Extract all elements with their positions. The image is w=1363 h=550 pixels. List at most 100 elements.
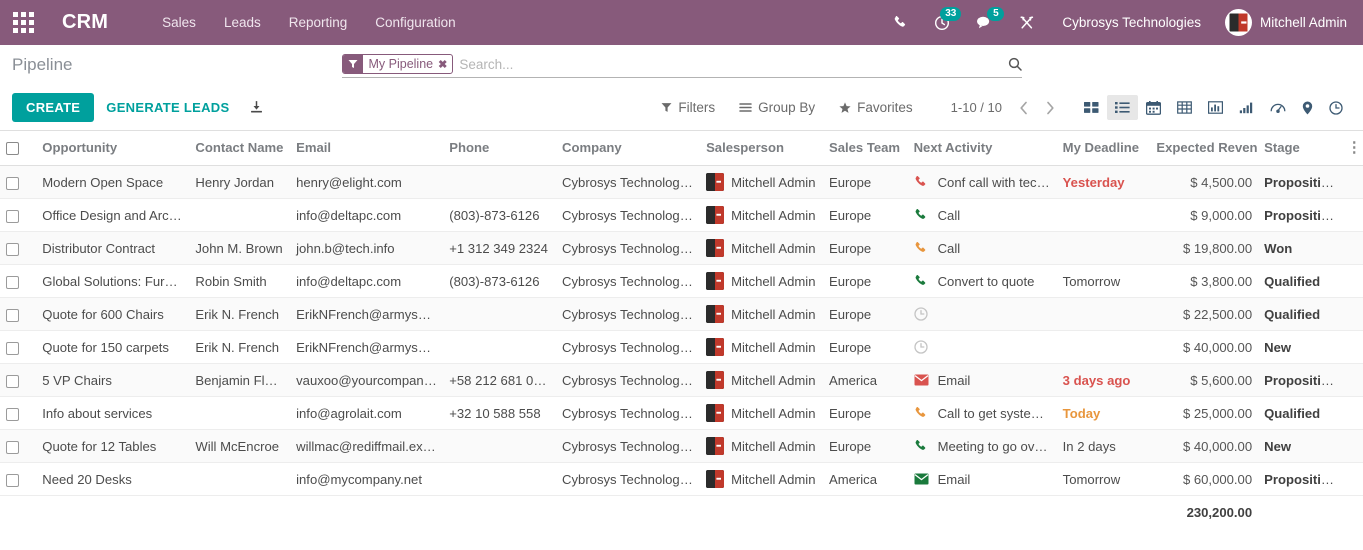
wrench-icon[interactable] [1006, 0, 1048, 45]
row-select-cell[interactable] [0, 330, 37, 365]
header-stage[interactable]: Stage [1258, 131, 1341, 167]
cell-next-activity[interactable]: Conf call with tech… [907, 165, 1057, 200]
cell-next-activity[interactable]: Call [907, 231, 1057, 266]
table-row[interactable]: Info about services info@agrolait.com +32 … [0, 396, 1363, 431]
cell-next-activity[interactable] [907, 330, 1057, 365]
row-checkbox[interactable] [6, 275, 19, 289]
cell-opportunity[interactable]: Quote for 600 Chairs [36, 297, 190, 332]
cell-next-activity[interactable]: Call [907, 198, 1057, 233]
cell-opportunity[interactable]: Need 20 Desks [36, 462, 190, 497]
table-row[interactable]: Quote for 150 carpets Erik N. French ErikN… [0, 330, 1363, 365]
header-phone[interactable]: Phone [443, 131, 557, 167]
table-row[interactable]: Quote for 600 Chairs Erik N. French ErikNF… [0, 297, 1363, 332]
row-checkbox[interactable] [6, 209, 19, 223]
row-checkbox[interactable] [6, 407, 19, 421]
activities-clock-icon[interactable]: 33 [921, 0, 963, 45]
table-row[interactable]: Need 20 Desks info@mycompany.net Cybrosys … [0, 462, 1363, 497]
cell-next-activity[interactable] [907, 297, 1057, 332]
row-select-cell[interactable] [0, 297, 37, 332]
cell-opportunity[interactable]: Quote for 150 carpets [36, 330, 190, 365]
pager-previous-button[interactable] [1012, 99, 1036, 117]
view-dashboard-button[interactable] [1262, 95, 1294, 120]
menu-item-reporting[interactable]: Reporting [275, 2, 362, 43]
cell-next-activity[interactable]: Call to get system … [907, 396, 1057, 431]
apps-menu-button[interactable] [0, 0, 46, 45]
cell-company: Cybrosys Technologies [556, 363, 701, 398]
cell-opportunity[interactable]: Modern Open Space [36, 165, 190, 200]
row-checkbox[interactable] [6, 341, 19, 355]
favorites-dropdown[interactable]: Favorites [827, 94, 925, 121]
view-chart-button[interactable] [1231, 95, 1262, 120]
table-row[interactable]: Quote for 12 Tables Will McEncroe willmac@… [0, 429, 1363, 464]
cell-opportunity[interactable]: Info about services [36, 396, 190, 431]
view-graph-button[interactable] [1200, 95, 1231, 120]
search-input[interactable] [453, 54, 1002, 74]
search-facet-my-pipeline[interactable]: My Pipeline ✖ [341, 54, 454, 74]
filters-dropdown[interactable]: Filters [649, 94, 727, 121]
menu-item-sales[interactable]: Sales [148, 2, 210, 43]
company-switcher[interactable]: Cybrosys Technologies [1048, 15, 1215, 30]
header-my-deadline[interactable]: My Deadline [1056, 131, 1151, 167]
cell-opportunity[interactable]: Quote for 12 Tables [36, 429, 190, 464]
messages-chat-icon[interactable]: 5 [963, 0, 1006, 45]
import-download-icon[interactable] [241, 94, 272, 121]
view-list-button[interactable] [1107, 95, 1138, 120]
row-select-cell[interactable] [0, 231, 37, 266]
view-map-button[interactable] [1294, 95, 1321, 121]
table-row[interactable]: Distributor Contract John M. Brown john.b@… [0, 231, 1363, 266]
cell-opportunity[interactable]: 5 VP Chairs [36, 363, 190, 398]
cell-next-activity[interactable]: Email [907, 462, 1057, 497]
row-checkbox[interactable] [6, 242, 19, 256]
row-checkbox[interactable] [6, 374, 19, 388]
table-row[interactable]: Office Design and Arch… info@deltapc.com(… [0, 198, 1363, 233]
row-select-cell[interactable] [0, 198, 37, 233]
cell-opportunity[interactable]: Global Solutions: Furnit… [36, 264, 190, 299]
header-salesperson[interactable]: Salesperson [700, 131, 823, 167]
generate-leads-button[interactable]: GENERATE LEADS [94, 93, 241, 122]
view-activity-button[interactable] [1321, 95, 1351, 121]
row-checkbox[interactable] [6, 176, 19, 190]
view-calendar-button[interactable] [1138, 95, 1169, 121]
row-select-cell[interactable] [0, 429, 37, 464]
row-checkbox[interactable] [6, 308, 19, 322]
messages-badge: 5 [987, 7, 1005, 21]
view-kanban-button[interactable] [1076, 95, 1107, 120]
pager-next-button[interactable] [1038, 99, 1062, 117]
search-icon[interactable] [1002, 57, 1022, 71]
header-contact-name[interactable]: Contact Name [189, 131, 291, 167]
row-select-cell[interactable] [0, 165, 37, 200]
row-select-cell[interactable] [0, 396, 37, 431]
cell-opportunity[interactable]: Distributor Contract [36, 231, 190, 266]
totals-spacer-3 [1258, 495, 1341, 530]
header-expected-revenue[interactable]: Expected Revenue [1150, 131, 1259, 167]
row-select-cell[interactable] [0, 264, 37, 299]
menu-item-leads[interactable]: Leads [210, 2, 275, 43]
cell-next-activity[interactable]: Email [907, 363, 1057, 398]
view-pivot-button[interactable] [1169, 95, 1200, 120]
header-company[interactable]: Company [556, 131, 701, 167]
header-email[interactable]: Email [290, 131, 444, 167]
cell-next-activity[interactable]: Convert to quote [907, 264, 1057, 299]
header-sales-team[interactable]: Sales Team [822, 131, 908, 167]
select-all-checkbox[interactable] [6, 142, 19, 156]
cell-opportunity[interactable]: Office Design and Arch… [36, 198, 190, 233]
header-opportunity[interactable]: Opportunity [36, 131, 190, 167]
header-column-options[interactable]: ⋮ [1340, 131, 1363, 167]
app-brand-title[interactable]: CRM [62, 11, 108, 34]
row-checkbox[interactable] [6, 440, 19, 454]
cell-next-activity[interactable]: Meeting to go over… [907, 429, 1057, 464]
phone-icon[interactable] [880, 0, 921, 45]
user-menu[interactable]: Mitchell Admin [1215, 9, 1353, 36]
table-row[interactable]: Modern Open Space Henry Jordan henry@eligh… [0, 165, 1363, 200]
vertical-dots-icon[interactable]: ⋮ [1347, 139, 1362, 156]
create-button[interactable]: CREATE [12, 93, 95, 122]
facet-remove-icon[interactable]: ✖ [438, 58, 447, 71]
table-row[interactable]: 5 VP Chairs Benjamin Flores vauxoo@yourcom… [0, 363, 1363, 398]
row-checkbox[interactable] [6, 473, 19, 487]
group-by-dropdown[interactable]: Group By [727, 94, 827, 121]
table-row[interactable]: Global Solutions: Furnit… Robin Smith info… [0, 264, 1363, 299]
row-select-cell[interactable] [0, 462, 37, 497]
row-select-cell[interactable] [0, 363, 37, 398]
menu-item-configuration[interactable]: Configuration [361, 2, 469, 43]
header-next-activity[interactable]: Next Activity [907, 131, 1057, 167]
